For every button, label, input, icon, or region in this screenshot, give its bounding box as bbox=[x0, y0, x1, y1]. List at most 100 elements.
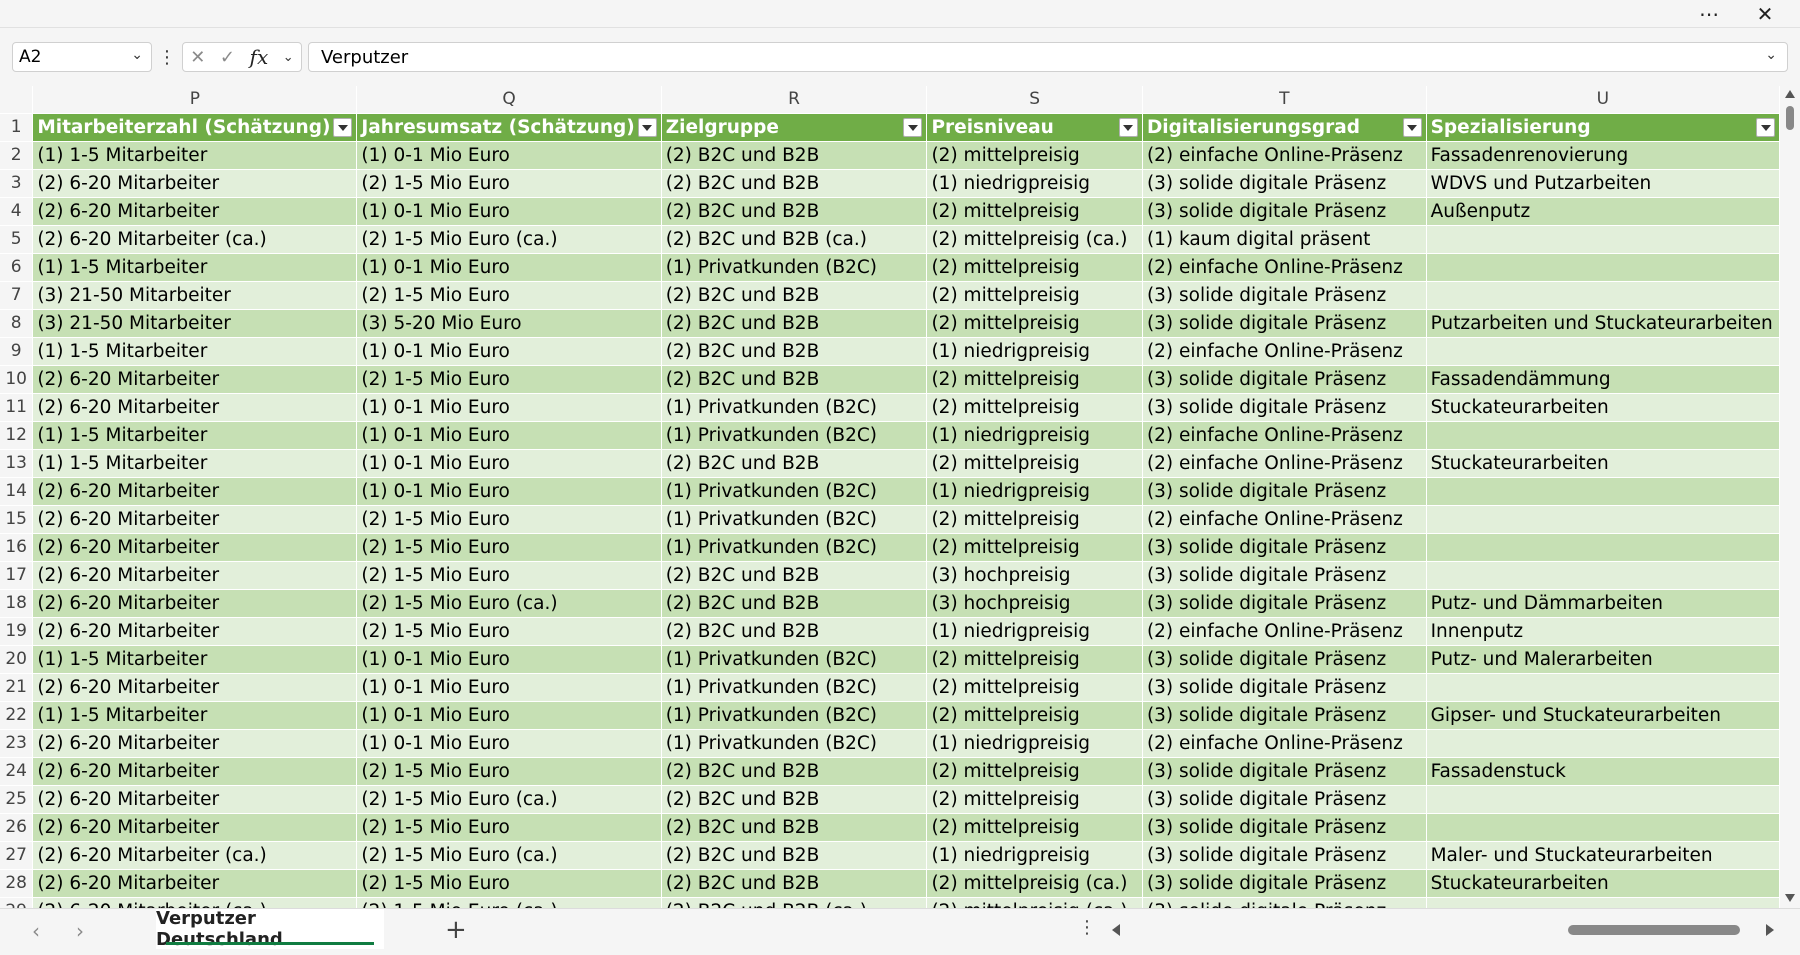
table-cell[interactable] bbox=[1426, 337, 1780, 366]
previous-sheet-icon[interactable]: ‹ bbox=[32, 919, 40, 943]
table-cell[interactable]: (1) 0-1 Mio Euro bbox=[356, 393, 662, 422]
table-cell[interactable] bbox=[1426, 281, 1780, 310]
row-header[interactable]: 5 bbox=[0, 225, 34, 254]
table-cell[interactable]: (3) solide digitale Präsenz bbox=[1142, 197, 1427, 226]
row-header[interactable]: 8 bbox=[0, 309, 34, 338]
table-cell[interactable]: (2) 1-5 Mio Euro (ca.) bbox=[356, 785, 662, 814]
table-cell[interactable] bbox=[1426, 897, 1780, 908]
table-cell[interactable]: (2) B2C und B2B bbox=[661, 281, 928, 310]
select-all-corner[interactable] bbox=[0, 86, 34, 114]
table-cell[interactable]: (3) solide digitale Präsenz bbox=[1142, 701, 1427, 730]
column-header[interactable]: S bbox=[926, 86, 1143, 114]
table-cell[interactable]: Innenputz bbox=[1426, 617, 1780, 646]
row-header[interactable]: 10 bbox=[0, 365, 34, 394]
table-cell[interactable]: Putz- und Malerarbeiten bbox=[1426, 645, 1780, 674]
table-cell[interactable]: (2) 1-5 Mio Euro bbox=[356, 813, 662, 842]
table-cell[interactable]: (3) solide digitale Präsenz bbox=[1142, 393, 1427, 422]
table-cell[interactable]: (2) 1-5 Mio Euro bbox=[356, 365, 662, 394]
close-icon[interactable]: ✕ bbox=[1742, 0, 1788, 28]
table-cell[interactable]: (1) Privatkunden (B2C) bbox=[661, 701, 928, 730]
table-cell[interactable]: (1) 0-1 Mio Euro bbox=[356, 477, 662, 506]
table-cell[interactable]: (2) mittelpreisig bbox=[926, 673, 1143, 702]
add-sheet-button[interactable]: + bbox=[445, 915, 467, 945]
table-cell[interactable]: (2) B2C und B2B bbox=[661, 757, 928, 786]
sheet-tab-active[interactable]: Verputzer Deutschland bbox=[156, 908, 384, 950]
table-cell[interactable]: (2) B2C und B2B bbox=[661, 365, 928, 394]
table-cell[interactable]: (2) 6-20 Mitarbeiter bbox=[32, 477, 358, 506]
table-cell[interactable]: (3) hochpreisig bbox=[926, 589, 1143, 618]
cancel-icon[interactable]: ✕ bbox=[190, 47, 205, 68]
vertical-scroll-thumb[interactable] bbox=[1786, 106, 1794, 130]
table-cell[interactable]: (2) einfache Online-Präsenz bbox=[1142, 505, 1427, 534]
table-cell[interactable] bbox=[1426, 253, 1780, 282]
table-cell[interactable]: (1) Privatkunden (B2C) bbox=[661, 673, 928, 702]
chevron-down-icon[interactable]: ⌄ bbox=[131, 47, 143, 63]
column-header[interactable]: T bbox=[1142, 86, 1427, 114]
table-cell[interactable]: (2) 1-5 Mio Euro bbox=[356, 533, 662, 562]
table-cell[interactable]: (3) solide digitale Präsenz bbox=[1142, 169, 1427, 198]
table-cell[interactable]: (3) solide digitale Präsenz bbox=[1142, 841, 1427, 870]
table-cell[interactable]: (1) Privatkunden (B2C) bbox=[661, 421, 928, 450]
table-cell[interactable]: (1) kaum digital präsent bbox=[1142, 225, 1427, 254]
table-cell[interactable]: (2) 6-20 Mitarbeiter bbox=[32, 393, 358, 422]
table-cell[interactable]: (1) Privatkunden (B2C) bbox=[661, 393, 928, 422]
row-header[interactable]: 16 bbox=[0, 533, 34, 562]
table-header-cell[interactable]: Spezialisierung bbox=[1426, 113, 1780, 142]
row-header[interactable]: 28 bbox=[0, 869, 34, 898]
table-cell[interactable]: (2) 6-20 Mitarbeiter (ca.) bbox=[32, 897, 358, 908]
table-cell[interactable]: (2) einfache Online-Präsenz bbox=[1142, 253, 1427, 282]
table-cell[interactable]: (2) mittelpreisig bbox=[926, 365, 1143, 394]
row-header[interactable]: 13 bbox=[0, 449, 34, 478]
row-header[interactable]: 21 bbox=[0, 673, 34, 702]
table-cell[interactable]: (2) 6-20 Mitarbeiter bbox=[32, 533, 358, 562]
table-cell[interactable]: (2) B2C und B2B bbox=[661, 449, 928, 478]
table-cell[interactable]: (1) 0-1 Mio Euro bbox=[356, 197, 662, 226]
filter-dropdown-icon[interactable] bbox=[637, 118, 657, 137]
row-header[interactable]: 11 bbox=[0, 393, 34, 422]
row-header[interactable]: 27 bbox=[0, 841, 34, 870]
row-header[interactable]: 23 bbox=[0, 729, 34, 758]
table-cell[interactable]: (2) mittelpreisig bbox=[926, 253, 1143, 282]
table-cell[interactable]: (2) einfache Online-Präsenz bbox=[1142, 617, 1427, 646]
check-icon[interactable]: ✓ bbox=[220, 47, 235, 68]
table-cell[interactable]: (2) 6-20 Mitarbeiter bbox=[32, 617, 358, 646]
table-cell[interactable]: (1) 0-1 Mio Euro bbox=[356, 253, 662, 282]
row-header[interactable]: 18 bbox=[0, 589, 34, 618]
filter-dropdown-icon[interactable] bbox=[1402, 118, 1422, 137]
table-cell[interactable]: (2) mittelpreisig (ca.) bbox=[926, 897, 1143, 908]
horizontal-scrollbar[interactable] bbox=[1112, 923, 1774, 937]
table-cell[interactable]: (2) 6-20 Mitarbeiter bbox=[32, 869, 358, 898]
table-header-cell[interactable]: Zielgruppe bbox=[661, 113, 928, 142]
table-cell[interactable]: (1) niedrigpreisig bbox=[926, 477, 1143, 506]
table-cell[interactable]: (3) 5-20 Mio Euro bbox=[356, 309, 662, 338]
table-cell[interactable]: (2) mittelpreisig bbox=[926, 449, 1143, 478]
horizontal-scroll-thumb[interactable] bbox=[1568, 925, 1740, 935]
table-cell[interactable]: (2) 6-20 Mitarbeiter bbox=[32, 785, 358, 814]
table-cell[interactable]: (1) 0-1 Mio Euro bbox=[356, 449, 662, 478]
table-cell[interactable] bbox=[1426, 505, 1780, 534]
table-cell[interactable]: (2) 6-20 Mitarbeiter bbox=[32, 729, 358, 758]
table-header-cell[interactable]: Digitalisierungsgrad bbox=[1142, 113, 1427, 142]
name-box[interactable]: A2 ⌄ bbox=[12, 42, 152, 72]
table-cell[interactable]: (1) 1-5 Mitarbeiter bbox=[32, 337, 358, 366]
table-cell[interactable]: (1) 1-5 Mitarbeiter bbox=[32, 253, 358, 282]
table-cell[interactable]: (2) B2C und B2B bbox=[661, 785, 928, 814]
table-cell[interactable]: (2) 1-5 Mio Euro bbox=[356, 869, 662, 898]
table-cell[interactable]: (1) niedrigpreisig bbox=[926, 617, 1143, 646]
table-cell[interactable]: (2) 6-20 Mitarbeiter bbox=[32, 561, 358, 590]
more-options-icon[interactable]: ⋯ bbox=[1686, 0, 1732, 28]
table-cell[interactable]: (2) mittelpreisig bbox=[926, 505, 1143, 534]
table-cell[interactable]: Außenputz bbox=[1426, 197, 1780, 226]
table-cell[interactable]: (2) B2C und B2B bbox=[661, 589, 928, 618]
table-cell[interactable]: (1) niedrigpreisig bbox=[926, 421, 1143, 450]
table-cell[interactable] bbox=[1426, 729, 1780, 758]
table-cell[interactable]: (3) solide digitale Präsenz bbox=[1142, 309, 1427, 338]
table-cell[interactable]: (2) 1-5 Mio Euro bbox=[356, 281, 662, 310]
expand-formula-icon[interactable]: ⌄ bbox=[1765, 47, 1777, 63]
function-icon[interactable]: fx bbox=[250, 45, 269, 69]
table-cell[interactable]: (2) mittelpreisig bbox=[926, 309, 1143, 338]
scroll-up-icon[interactable] bbox=[1785, 90, 1795, 98]
column-header[interactable]: P bbox=[32, 86, 358, 114]
table-cell[interactable]: (2) B2C und B2B bbox=[661, 309, 928, 338]
table-cell[interactable]: (2) 1-5 Mio Euro (ca.) bbox=[356, 897, 662, 908]
